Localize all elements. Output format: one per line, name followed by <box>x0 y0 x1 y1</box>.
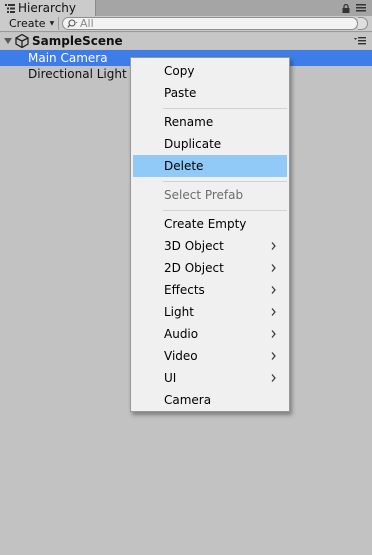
menu-item-video[interactable]: Video <box>133 345 287 367</box>
chevron-right-icon <box>271 264 276 272</box>
menu-item-camera[interactable]: Camera <box>133 389 287 411</box>
menu-item-label: Select Prefab <box>164 188 244 202</box>
hierarchy-item-label: Main Camera <box>28 51 108 65</box>
menu-item-paste[interactable]: Paste <box>133 82 287 104</box>
menu-item-select-prefab: Select Prefab <box>133 184 287 206</box>
menu-separator <box>163 210 287 211</box>
menu-item-label: Effects <box>164 283 205 297</box>
menu-item-create-empty[interactable]: Create Empty <box>133 213 287 235</box>
search-cancel-button[interactable] <box>358 17 368 30</box>
scene-menu-icon[interactable] <box>354 37 366 45</box>
tab-title: Hierarchy <box>18 1 77 15</box>
create-dropdown-button[interactable]: Create ▼ <box>4 17 60 30</box>
chevron-right-icon <box>271 352 276 360</box>
unity-scene-icon <box>15 34 29 48</box>
chevron-right-icon <box>271 242 276 250</box>
menu-separator <box>163 181 287 182</box>
dropdown-caret-icon: ▼ <box>49 20 55 27</box>
menu-item-label: Duplicate <box>164 137 222 151</box>
menu-item-label: Copy <box>164 64 195 78</box>
hierarchy-list-icon <box>5 3 15 13</box>
menu-item-2d-object[interactable]: 2D Object <box>133 257 287 279</box>
menu-item-label: Light <box>164 305 194 319</box>
panel-menu-icon[interactable] <box>356 4 366 12</box>
hierarchy-toolbar: Create ▼ <box>0 16 372 32</box>
chevron-right-icon <box>271 330 276 338</box>
menu-item-label: 3D Object <box>164 239 224 253</box>
menu-item-label: Paste <box>164 86 197 100</box>
chevron-right-icon <box>271 374 276 382</box>
context-menu: Copy Paste Rename Duplicate Delete Selec… <box>130 57 290 412</box>
menu-item-label: Rename <box>164 115 214 129</box>
menu-item-delete[interactable]: Delete <box>133 155 287 177</box>
menu-item-ui[interactable]: UI <box>133 367 287 389</box>
menu-item-label: Create Empty <box>164 217 247 231</box>
menu-item-effects[interactable]: Effects <box>133 279 287 301</box>
menu-item-label: Delete <box>164 159 204 173</box>
search-field[interactable] <box>62 17 358 30</box>
menu-item-audio[interactable]: Audio <box>133 323 287 345</box>
scene-name: SampleScene <box>32 34 123 48</box>
menu-item-label: UI <box>164 371 177 385</box>
menu-item-rename[interactable]: Rename <box>133 111 287 133</box>
menu-item-light[interactable]: Light <box>133 301 287 323</box>
chevron-right-icon <box>271 308 276 316</box>
search-input[interactable] <box>78 18 280 29</box>
menu-item-duplicate[interactable]: Duplicate <box>133 133 287 155</box>
menu-item-label: 2D Object <box>164 261 224 275</box>
lock-icon[interactable] <box>342 4 350 13</box>
menu-item-label: Audio <box>164 327 199 341</box>
hierarchy-item-label: Directional Light <box>28 67 127 81</box>
search-icon <box>67 19 78 28</box>
menu-item-3d-object[interactable]: 3D Object <box>133 235 287 257</box>
tab-hierarchy[interactable]: Hierarchy <box>0 0 96 16</box>
chevron-right-icon <box>271 286 276 294</box>
tab-strip: Hierarchy <box>0 0 372 16</box>
foldout-arrow-icon[interactable] <box>4 38 12 44</box>
create-label: Create <box>9 17 46 30</box>
menu-item-label: Camera <box>164 393 212 407</box>
menu-item-label: Video <box>164 349 198 363</box>
menu-separator <box>163 108 287 109</box>
scene-header-row[interactable]: SampleScene <box>0 33 372 49</box>
menu-item-copy[interactable]: Copy <box>133 60 287 82</box>
